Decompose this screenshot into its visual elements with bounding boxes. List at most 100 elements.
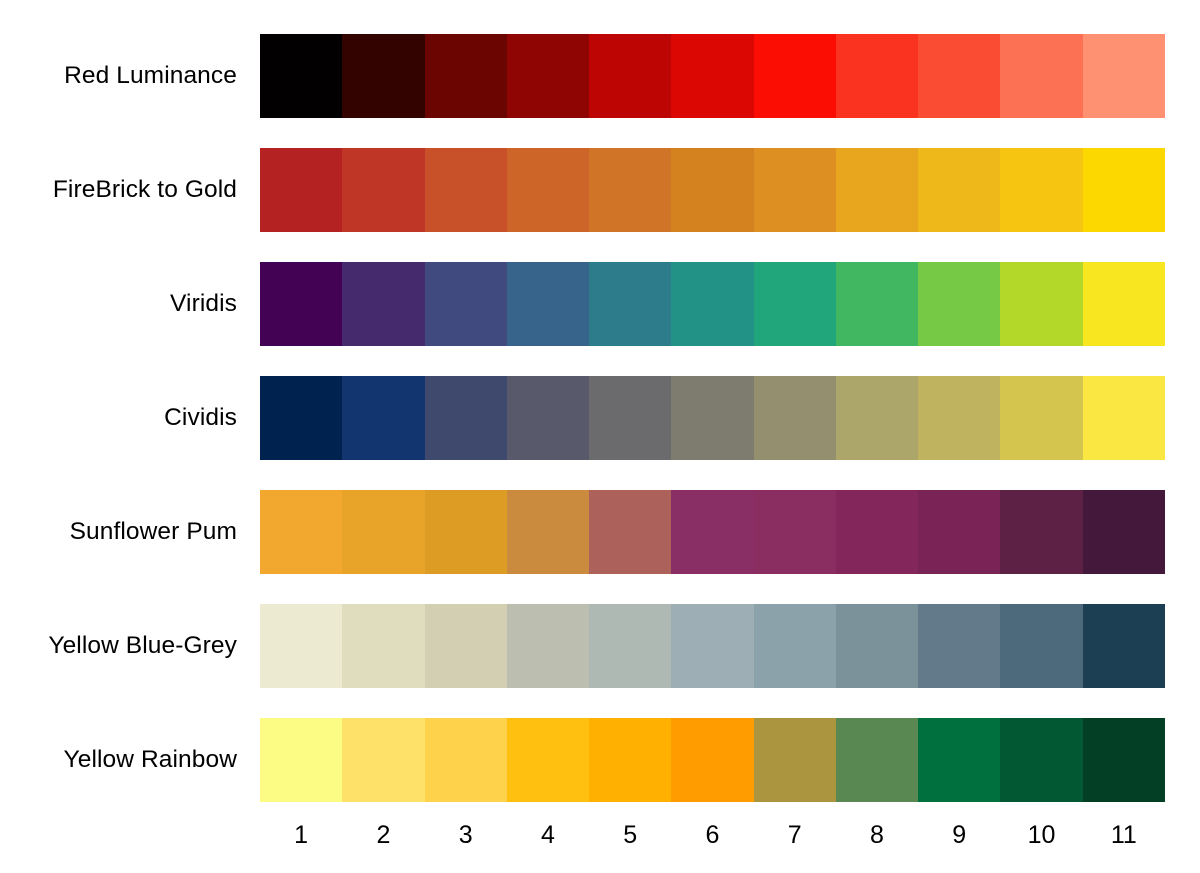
- color-swatch: [753, 718, 836, 802]
- color-swatch: [918, 148, 1001, 232]
- color-swatch: [1082, 148, 1165, 232]
- color-swatch: [424, 148, 507, 232]
- colormap-row-label: FireBrick to Gold: [52, 175, 237, 203]
- color-swatch: [671, 490, 754, 574]
- colormap-row-label: Yellow Rainbow: [63, 745, 237, 773]
- color-swatch: [753, 604, 836, 688]
- color-swatch: [835, 604, 919, 688]
- color-swatch: [835, 148, 919, 232]
- color-swatch: [424, 376, 507, 460]
- color-swatch: [589, 34, 672, 118]
- color-swatch: [918, 376, 1001, 460]
- color-swatch: [589, 604, 672, 688]
- color-swatch: [835, 262, 919, 346]
- x-axis-tick-label: 3: [458, 820, 473, 849]
- x-axis-tick-label: 8: [870, 820, 884, 849]
- color-swatch: [1082, 376, 1165, 460]
- color-swatch: [424, 718, 507, 802]
- colormap-swatch-strip: [260, 376, 1165, 460]
- color-swatch: [260, 148, 343, 232]
- color-swatch: [1082, 490, 1165, 574]
- colormap-swatch-strip: [260, 262, 1165, 346]
- color-swatch: [918, 604, 1001, 688]
- color-swatch: [1082, 718, 1165, 802]
- color-swatch: [506, 718, 590, 802]
- color-swatch: [424, 34, 507, 118]
- colormap-row: Sunflower Pum: [0, 490, 1200, 574]
- colormap-row-label: Red Luminance: [64, 61, 237, 89]
- color-swatch: [342, 148, 425, 232]
- color-swatch: [260, 376, 343, 460]
- color-swatch: [671, 262, 754, 346]
- color-swatch: [260, 604, 343, 688]
- color-swatch: [506, 148, 590, 232]
- color-swatch: [1000, 34, 1083, 118]
- colormap-swatch-strip: [260, 34, 1165, 118]
- colormap-row: Red Luminance: [0, 34, 1200, 118]
- color-swatch: [753, 490, 836, 574]
- x-axis-tick-label: 11: [1110, 820, 1137, 849]
- color-swatch: [918, 262, 1001, 346]
- color-swatch: [918, 34, 1001, 118]
- x-axis-tick-labels: 1 2 3 4 5 6 7 8 9 10 11: [260, 812, 1165, 858]
- x-axis-tick-label: 4: [540, 820, 555, 849]
- color-swatch: [918, 490, 1001, 574]
- color-swatch: [835, 718, 919, 802]
- color-swatch: [671, 718, 754, 802]
- colormap-swatch-strip: [260, 718, 1165, 802]
- color-swatch: [506, 604, 590, 688]
- color-swatch: [1000, 148, 1083, 232]
- color-swatch: [260, 490, 343, 574]
- colormap-swatch-strip: [260, 148, 1165, 232]
- color-swatch: [342, 604, 425, 688]
- color-swatch: [753, 34, 836, 118]
- color-swatch: [1000, 718, 1083, 802]
- color-swatch: [671, 148, 754, 232]
- color-swatch: [342, 34, 425, 118]
- color-swatch: [1000, 604, 1083, 688]
- colormap-swatch-strip: [260, 490, 1165, 574]
- color-swatch: [589, 718, 672, 802]
- color-swatch: [753, 148, 836, 232]
- color-swatch: [506, 262, 590, 346]
- color-swatch: [342, 718, 425, 802]
- color-swatch: [671, 376, 754, 460]
- colormap-row: Viridis: [0, 262, 1200, 346]
- color-swatch: [506, 376, 590, 460]
- color-swatch: [671, 34, 754, 118]
- color-swatch: [1000, 262, 1083, 346]
- colormap-figure: Red Luminance FireBrick to Gold Viridis Civ…: [0, 0, 1200, 873]
- color-swatch: [1000, 376, 1083, 460]
- x-axis-tick-label: 1: [294, 820, 309, 849]
- x-axis-tick-label: 6: [705, 820, 720, 849]
- color-swatch: [506, 490, 590, 574]
- color-swatch: [589, 376, 672, 460]
- colormap-row-label: Cividis: [164, 403, 237, 431]
- color-swatch: [753, 262, 836, 346]
- color-swatch: [424, 262, 507, 346]
- color-swatch: [342, 490, 425, 574]
- color-swatch: [918, 718, 1001, 802]
- color-swatch: [424, 490, 507, 574]
- color-swatch: [342, 262, 425, 346]
- colormap-row: FireBrick to Gold: [0, 148, 1200, 232]
- color-swatch: [589, 490, 672, 574]
- color-swatch: [671, 604, 754, 688]
- color-swatch: [835, 376, 919, 460]
- x-axis-tick-label: 10: [1027, 820, 1056, 849]
- colormap-row: Yellow Rainbow: [0, 718, 1200, 802]
- colormap-row-label: Yellow Blue-Grey: [48, 631, 237, 659]
- x-axis-tick-label: 5: [623, 820, 638, 849]
- color-swatch: [1082, 262, 1165, 346]
- color-swatch: [424, 604, 507, 688]
- color-swatch: [260, 718, 343, 802]
- color-swatch: [589, 262, 672, 346]
- color-swatch: [1000, 490, 1083, 574]
- colormap-row-label: Sunflower Pum: [69, 517, 237, 545]
- colormap-swatch-strip: [260, 604, 1165, 688]
- color-swatch: [260, 34, 343, 118]
- color-swatch: [1082, 604, 1165, 688]
- color-swatch: [1082, 34, 1165, 118]
- color-swatch: [589, 148, 672, 232]
- color-swatch: [835, 490, 919, 574]
